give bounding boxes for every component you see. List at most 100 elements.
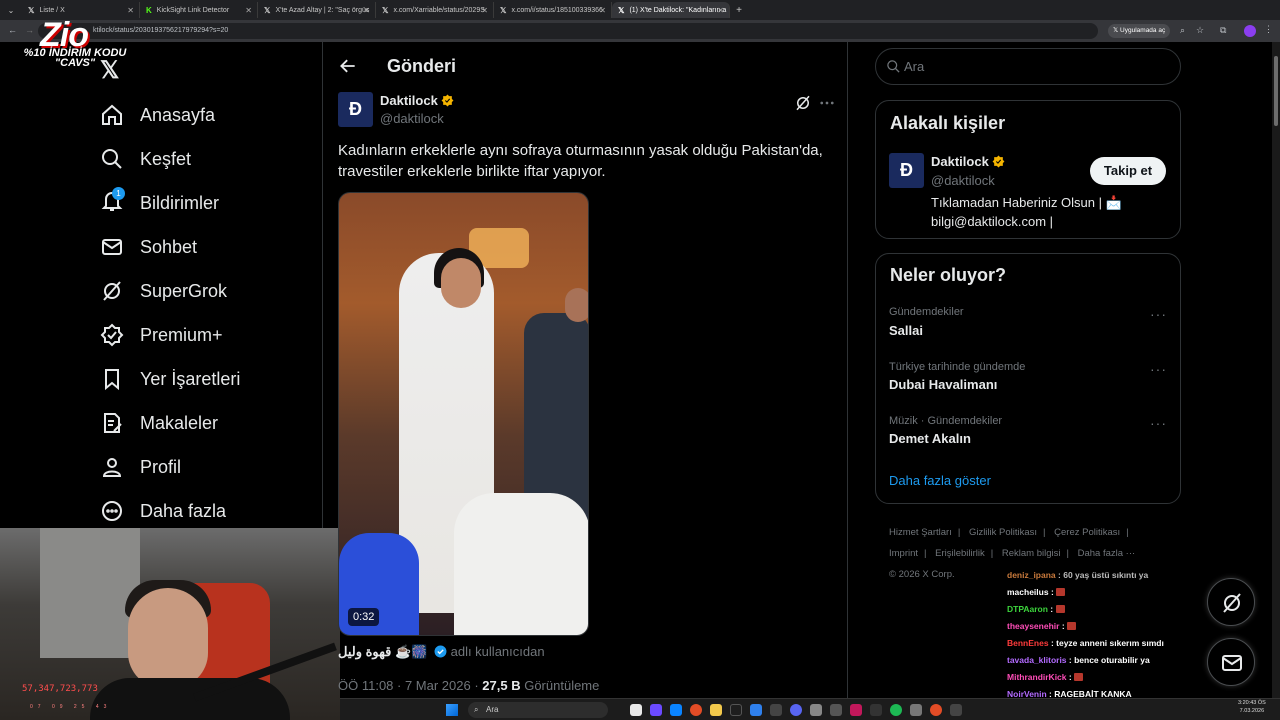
x-icon: 𝕏 (1113, 27, 1121, 34)
zoom-icon[interactable]: ⌕ (1180, 25, 1185, 36)
messages-button[interactable] (1207, 638, 1255, 686)
task-view-icon[interactable] (630, 704, 642, 716)
main-column: Gönderi Ɖ Daktilock @daktilock Kadınları… (324, 42, 848, 720)
sidebar-item-profile[interactable]: Profil (100, 452, 181, 482)
browser-tab[interactable]: 𝕏x.com/i/status/185100339366 ✕ (494, 2, 612, 18)
tweet-meta: ÖÖ 11:08 · 7 Mar 2026 · 27,5 B Görüntüle… (338, 678, 600, 693)
sidebar-item-premium[interactable]: Premium+ (100, 320, 223, 350)
trend-category: Türkiye tarihinde gündemde (889, 361, 1026, 373)
more-icon[interactable]: ··· (1150, 415, 1167, 431)
browser-tab-bar: ⌄ 𝕏 Liste / X ✕ K KickSight Link Detector ✕ … (0, 0, 1280, 20)
browser-tab[interactable]: 𝕏x.com/Xarriable/status/2029S ✕ (376, 2, 494, 18)
scrollbar-thumb[interactable] (1274, 56, 1278, 126)
tab-menu-icon[interactable]: ⌄ (0, 6, 22, 15)
chat-message: BennEnes : teyze anneni sıkerım sımdı (1007, 638, 1164, 648)
profile-avatar[interactable] (1244, 25, 1256, 37)
emote-icon (1056, 588, 1066, 596)
browser-tab[interactable]: 𝕏 X'te Azad Altay | 2: "Saç örgüs ✕ (258, 2, 376, 18)
sidebar-item-supergrok[interactable]: SuperGrok (100, 276, 227, 306)
more-icon[interactable] (818, 94, 836, 112)
app-icon[interactable] (730, 704, 742, 716)
trend-name[interactable]: Demet Akalın (889, 431, 971, 446)
app-icon[interactable] (770, 704, 782, 716)
sidebar-item-chat[interactable]: Sohbet (100, 232, 197, 262)
mail-icon (102, 239, 122, 255)
related-people-title: Alakalı kişiler (890, 113, 1006, 133)
chat-message: DTPAaron : (1007, 601, 1197, 618)
sidebar-item-articles[interactable]: Makaleler (100, 408, 218, 438)
taskbar: ⌕ Ara (340, 698, 1280, 720)
folder-icon[interactable] (710, 704, 722, 716)
verified-badge-icon (441, 94, 454, 107)
related-person-bio: Tıklamadan Haberiniz Olsun | 📩 bilgi@dak… (931, 195, 1122, 229)
sidebar-item-home[interactable]: Anasayfa (100, 100, 215, 130)
author-name[interactable]: Daktilock (380, 93, 454, 108)
x-icon: 𝕏 (500, 5, 507, 15)
app-icon[interactable] (750, 704, 762, 716)
trend-name[interactable]: Sallai (889, 323, 923, 338)
app-icon[interactable] (670, 704, 682, 716)
app-icon[interactable] (910, 704, 922, 716)
related-person-handle[interactable]: @daktilock (931, 173, 995, 188)
app-icon[interactable] (650, 704, 662, 716)
close-icon[interactable]: ✕ (245, 6, 252, 15)
chrome-icon[interactable] (930, 704, 942, 716)
search-icon (887, 60, 900, 73)
taskbar-search[interactable]: ⌕ Ara (468, 702, 608, 718)
app-icon[interactable] (950, 704, 962, 716)
tweet-video[interactable] (338, 192, 589, 636)
grok-icon[interactable] (794, 94, 812, 112)
spotify-icon[interactable] (890, 704, 902, 716)
follow-button[interactable]: Takip et (1090, 157, 1166, 185)
app-icon[interactable] (870, 704, 882, 716)
more-icon[interactable]: ··· (1150, 306, 1167, 322)
taskbar-clock[interactable]: 3:20:43 ÖS 7.03.2026 (1238, 699, 1266, 715)
app-icon[interactable] (830, 704, 842, 716)
browser-tab-active[interactable]: 𝕏 (1) X'te Daktilock: "Kadınların a ✕ (612, 2, 730, 18)
close-icon[interactable]: ✕ (127, 6, 134, 15)
windows-start-icon[interactable] (446, 704, 458, 716)
person-icon (102, 458, 122, 477)
emote-icon (1067, 622, 1077, 630)
sidebar-item-more[interactable]: Daha fazla (100, 496, 226, 526)
sidebar-item-explore[interactable]: Keşfet (100, 144, 191, 174)
menu-icon[interactable]: ⋮ (1264, 24, 1273, 35)
forward-icon[interactable]: → (25, 25, 34, 35)
discord-icon[interactable] (790, 704, 802, 716)
show-more-link[interactable]: Daha fazla göster (889, 473, 991, 488)
close-icon[interactable]: ✕ (717, 6, 724, 15)
video-source-byline: قهوة وليل ☕🎆 adlı kullanıcıdan (338, 644, 545, 659)
more-icon[interactable]: ··· (1150, 361, 1167, 377)
x-icon: 𝕏 (618, 5, 625, 15)
new-tab-button[interactable]: + (730, 5, 748, 16)
related-person-name[interactable]: Daktilock (931, 154, 1005, 169)
close-icon[interactable]: ✕ (363, 6, 370, 15)
bookmark-icon (105, 369, 119, 391)
author-handle[interactable]: @daktilock (380, 111, 444, 126)
video-duration: 0:32 (348, 608, 380, 626)
extensions-icon[interactable]: ⧉ (1220, 25, 1226, 36)
trend-name[interactable]: Dubai Havalimanı (889, 377, 997, 392)
home-icon (102, 104, 122, 125)
star-icon[interactable]: ☆ (1196, 25, 1204, 36)
sidebar-item-notifications[interactable]: 1 Bildirimler (100, 186, 219, 218)
more-circle-icon (102, 501, 122, 521)
grok-button[interactable] (1207, 578, 1255, 626)
grok-icon (103, 281, 121, 301)
trend-category: Gündemdekiler (889, 306, 964, 318)
chrome-icon[interactable] (690, 704, 702, 716)
close-icon[interactable]: ✕ (599, 6, 606, 15)
avatar[interactable]: Ɖ (338, 92, 373, 127)
chat-message: deniz_ipana : 60 yaş üstü sıkıntı ya (1007, 570, 1149, 580)
app-icon[interactable] (810, 704, 822, 716)
sidebar-item-bookmarks[interactable]: Yer İşaretleri (100, 364, 240, 394)
avatar[interactable]: Ɖ (889, 153, 924, 188)
back-arrow-icon[interactable] (338, 56, 358, 76)
app-icon[interactable] (850, 704, 862, 716)
back-icon[interactable]: ← (8, 25, 17, 35)
url-field[interactable]: ktilock/status/2030193756217979294?s=20 (38, 23, 1098, 39)
scrollbar[interactable] (1272, 42, 1280, 698)
open-in-app-chip[interactable]: 𝕏 Uygulamada aç (1108, 24, 1171, 38)
browser-tab[interactable]: K KickSight Link Detector ✕ (140, 2, 258, 18)
close-icon[interactable]: ✕ (481, 6, 488, 15)
